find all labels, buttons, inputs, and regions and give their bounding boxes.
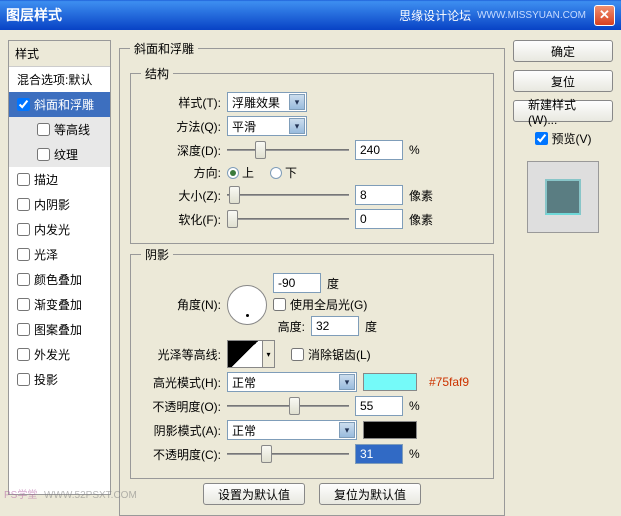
structure-title: 结构 [141,65,173,82]
window-title: 图层样式 [6,5,62,25]
shading-title: 阴影 [141,246,173,263]
antialias-checkbox[interactable]: 消除锯齿(L) [291,346,371,363]
depth-slider[interactable] [227,141,349,159]
soften-unit: 像素 [409,211,433,228]
chevron-down-icon: ▾ [339,422,355,438]
preview-thumbnail [527,161,599,233]
style-label: 样式(T): [141,94,221,111]
gloss-contour-picker[interactable] [227,340,263,368]
chevron-down-icon: ▾ [289,94,305,110]
watermark-a: PS学堂 [4,486,37,501]
sidebar-item-satin[interactable]: 光泽 [9,242,110,267]
bevel-checkbox[interactable] [17,98,30,111]
sidebar-item-inner-shadow[interactable]: 内阴影 [9,192,110,217]
reset-default-button[interactable]: 复位为默认值 [319,483,421,505]
sidebar-item-bevel[interactable]: 斜面和浮雕 [9,92,110,117]
altitude-input[interactable]: 32 [311,316,359,336]
depth-unit: % [409,143,420,157]
close-button[interactable]: ✕ [594,5,615,26]
forum-label: 思缘设计论坛 [399,7,471,24]
sidebar-blending-options[interactable]: 混合选项:默认 [9,67,110,92]
shadow-opacity-input[interactable]: 31 [355,444,403,464]
sidebar-item-texture[interactable]: 纹理 [9,142,110,167]
watermark-b: WWW.52PSXT.COM [44,490,137,501]
preview-checkbox[interactable]: 预览(V) [513,130,613,147]
angle-widget[interactable] [227,285,267,325]
highlight-color-note: #75faf9 [429,375,469,389]
sidebar-item-pattern-overlay[interactable]: 图案叠加 [9,317,110,342]
styles-sidebar: 样式 混合选项:默认 斜面和浮雕 等高线 纹理 描边 内阴影 内发光 光泽 颜色… [8,40,111,495]
size-unit: 像素 [409,187,433,204]
angle-input[interactable]: -90 [273,273,321,293]
soften-slider[interactable] [227,210,349,228]
size-slider[interactable] [227,186,349,204]
titlebar: 图层样式 思缘设计论坛 WWW.MISSYUAN.COM ✕ [0,0,621,30]
angle-label: 角度(N): [141,296,221,313]
size-label: 大小(Z): [141,187,221,204]
gloss-contour-dropdown[interactable]: ▾ [263,340,275,368]
direction-up-radio[interactable]: 上 [227,164,254,181]
sidebar-item-stroke[interactable]: 描边 [9,167,110,192]
bevel-group: 斜面和浮雕 结构 样式(T): 浮雕效果▾ 方法(Q): 平滑▾ 深度(D): … [119,40,505,516]
direction-label: 方向: [141,164,221,181]
highlight-mode-select[interactable]: 正常▾ [227,372,357,392]
new-style-button[interactable]: 新建样式(W)... [513,100,613,122]
style-select[interactable]: 浮雕效果▾ [227,92,307,112]
chevron-down-icon: ▾ [289,118,305,134]
altitude-label: 高度: [273,318,305,335]
forum-url: WWW.MISSYUAN.COM [477,10,586,21]
soften-input[interactable]: 0 [355,209,403,229]
shadow-opacity-label: 不透明度(C): [141,446,221,463]
sidebar-item-contour[interactable]: 等高线 [9,117,110,142]
highlight-opacity-label: 不透明度(O): [141,398,221,415]
contour-checkbox[interactable] [37,123,50,136]
sidebar-item-outer-glow[interactable]: 外发光 [9,342,110,367]
soften-label: 软化(F): [141,211,221,228]
sidebar-header: 样式 [9,41,110,67]
ok-button[interactable]: 确定 [513,40,613,62]
direction-down-radio[interactable]: 下 [270,164,297,181]
shadow-mode-select[interactable]: 正常▾ [227,420,357,440]
sidebar-item-gradient-overlay[interactable]: 渐变叠加 [9,292,110,317]
size-input[interactable]: 8 [355,185,403,205]
angle-unit: 度 [327,275,339,292]
technique-label: 方法(Q): [141,118,221,135]
highlight-color-swatch[interactable] [363,373,417,391]
shadow-mode-label: 阴影模式(A): [141,422,221,439]
texture-checkbox[interactable] [37,148,50,161]
sidebar-item-drop-shadow[interactable]: 投影 [9,367,110,392]
highlight-opacity-input[interactable]: 55 [355,396,403,416]
shadow-color-swatch[interactable] [363,421,417,439]
depth-input[interactable]: 240 [355,140,403,160]
depth-label: 深度(D): [141,142,221,159]
sidebar-item-color-overlay[interactable]: 颜色叠加 [9,267,110,292]
cancel-button[interactable]: 复位 [513,70,613,92]
chevron-down-icon: ▾ [339,374,355,390]
shadow-opacity-slider[interactable] [227,445,349,463]
bevel-group-title: 斜面和浮雕 [130,40,198,57]
highlight-mode-label: 高光模式(H): [141,374,221,391]
technique-select[interactable]: 平滑▾ [227,116,307,136]
make-default-button[interactable]: 设置为默认值 [203,483,305,505]
sidebar-item-inner-glow[interactable]: 内发光 [9,217,110,242]
altitude-unit: 度 [365,318,377,335]
structure-group: 结构 样式(T): 浮雕效果▾ 方法(Q): 平滑▾ 深度(D): 240 % … [130,65,494,244]
highlight-opacity-slider[interactable] [227,397,349,415]
use-global-light-checkbox[interactable]: 使用全局光(G) [273,296,377,313]
shading-group: 阴影 角度(N): -90 度 使用全局光(G) 高度: 32 度 [130,246,494,479]
gloss-contour-label: 光泽等高线: [141,346,221,363]
